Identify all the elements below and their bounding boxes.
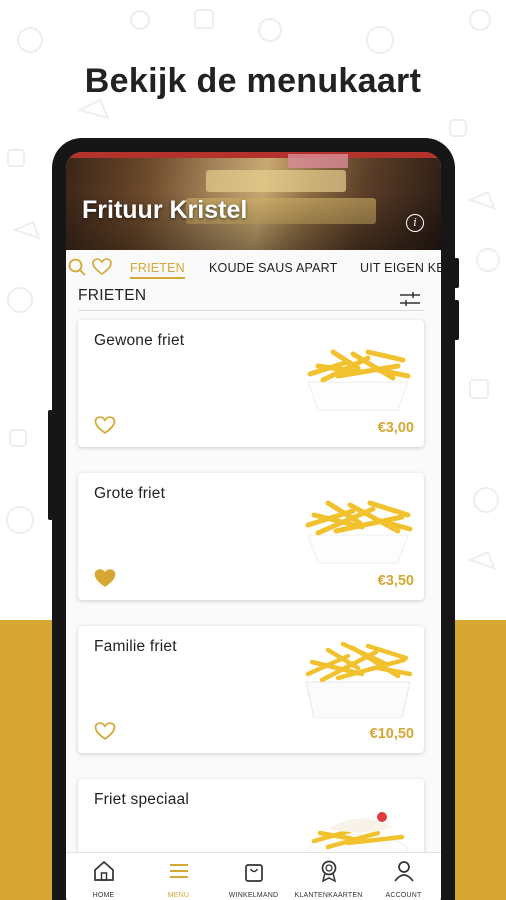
phone-volume-button	[48, 410, 53, 520]
user-icon	[393, 861, 414, 882]
tab-frieten[interactable]: FRIETEN	[130, 261, 185, 279]
favorite-heart-icon[interactable]	[94, 569, 116, 588]
tab-uit-eigen-keuken[interactable]: UIT EIGEN KE	[360, 261, 441, 275]
shopping-bag-icon	[244, 864, 263, 882]
product-price: €10,50	[369, 726, 414, 742]
page-headline: Bekijk de menukaart	[84, 62, 422, 100]
section-divider	[78, 310, 424, 311]
nav-klantenkaarten-label: KLANTENKAARTEN	[294, 892, 363, 899]
heart-icon[interactable]	[92, 258, 112, 276]
nav-home-label: HOME	[92, 892, 115, 899]
home-icon	[93, 860, 114, 881]
restaurant-banner: Frituur Kristel i	[66, 152, 441, 250]
product-card[interactable]: Gewone friet €3,00	[78, 320, 424, 447]
nav-home[interactable]: HOME	[66, 859, 141, 899]
section-title: FRIETEN	[78, 287, 147, 304]
favorite-heart-icon[interactable]	[94, 416, 116, 435]
phone-side-button	[454, 300, 459, 340]
app-screen: Frituur Kristel i FRIETEN KOUDE SAUS APA…	[66, 152, 441, 900]
fries-image	[307, 349, 411, 411]
favorite-heart-icon[interactable]	[94, 722, 116, 741]
nav-account-label: ACCOUNT	[385, 892, 422, 899]
menu-icon	[169, 864, 188, 878]
nav-klantenkaarten[interactable]: KLANTENKAARTEN	[291, 859, 366, 899]
search-icon[interactable]	[68, 258, 86, 276]
phone-power-button	[454, 258, 459, 288]
sliders-icon[interactable]	[400, 292, 420, 306]
nav-winkelmand[interactable]: WINKELMAND	[216, 859, 291, 899]
product-card[interactable]: Familie friet €10,50	[78, 626, 424, 753]
award-icon	[321, 860, 336, 883]
product-price: €3,50	[377, 573, 414, 589]
info-icon[interactable]: i	[406, 214, 424, 232]
bottom-navigation: HOME MENU WINKELMAND KLANTENKAARTEN ACCO…	[66, 852, 441, 900]
nav-menu-label: MENU	[167, 892, 190, 899]
product-name: Friet speciaal	[94, 791, 189, 808]
nav-account[interactable]: ACCOUNT	[366, 859, 441, 899]
fries-image	[305, 500, 413, 564]
fries-box-image	[305, 641, 413, 718]
product-name: Gewone friet	[94, 332, 185, 349]
tab-koude-saus-apart[interactable]: KOUDE SAUS APART	[209, 261, 337, 275]
nav-menu[interactable]: MENU	[141, 859, 216, 899]
product-name: Familie friet	[94, 638, 177, 655]
product-card[interactable]: Grote friet €3,50	[78, 473, 424, 600]
product-price: €3,00	[377, 420, 414, 436]
nav-winkelmand-label: WINKELMAND	[228, 892, 279, 899]
restaurant-name: Frituur Kristel	[82, 196, 248, 224]
product-name: Grote friet	[94, 485, 166, 502]
category-tabs: FRIETEN KOUDE SAUS APART UIT EIGEN KE	[66, 250, 441, 284]
